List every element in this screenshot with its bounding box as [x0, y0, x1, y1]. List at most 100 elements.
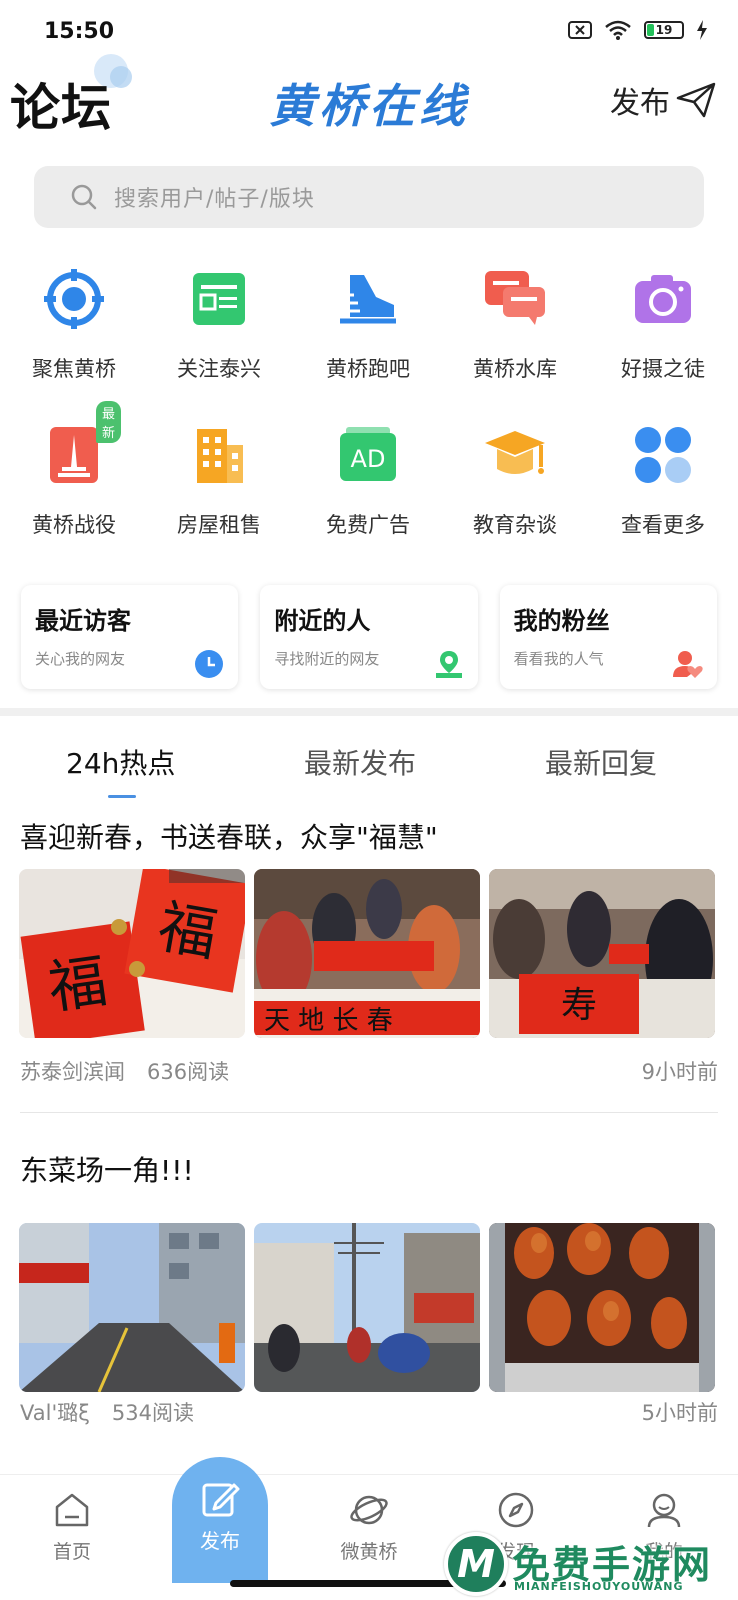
post-image[interactable] [489, 1223, 715, 1392]
monument-icon: 最新 [42, 401, 122, 487]
category-label: 好摄之徒 [621, 357, 705, 381]
category-label: 关注泰兴 [177, 357, 261, 381]
graduation-cap-icon [483, 423, 547, 487]
battery-level: 19 [655, 23, 673, 37]
category-label: 房屋租售 [177, 513, 261, 537]
category-label: 免费广告 [326, 513, 410, 537]
wifi-icon [605, 20, 631, 40]
category-label: 黄桥水库 [473, 357, 557, 381]
svg-text:AD: AD [351, 445, 386, 473]
category-item-run[interactable]: 黄桥跑吧 [294, 267, 442, 383]
category-item-taixing[interactable]: 关注泰兴 [145, 267, 293, 383]
nav-home[interactable]: 首页 [12, 1491, 132, 1564]
svg-text:天 地 长 春: 天 地 长 春 [264, 1006, 393, 1036]
category-label: 教育杂谈 [473, 513, 557, 537]
watermark-logo: M [444, 1532, 508, 1596]
search-bar[interactable]: 搜索用户/帖子/版块 [34, 166, 704, 228]
post-image[interactable] [19, 1223, 245, 1392]
card-recent-visitors[interactable]: 最近访客 关心我的网友 [21, 585, 239, 689]
active-tab-indicator [108, 795, 136, 798]
post-time: 9小时前 [641, 1060, 718, 1084]
location-icon [435, 651, 462, 678]
section-divider [0, 708, 738, 716]
app-header: 论坛 黄桥在线 发布 [0, 54, 738, 140]
category-item-education[interactable]: 教育杂谈 [441, 423, 589, 539]
shoe-icon [336, 267, 400, 331]
edit-icon [202, 1483, 240, 1517]
more-grid-icon [631, 423, 695, 487]
planet-icon [350, 1495, 388, 1525]
sim-off-icon [568, 21, 592, 39]
publish-header-label: 发布 [610, 86, 670, 121]
compass-icon [498, 1492, 534, 1528]
search-icon [71, 184, 97, 210]
card-title: 我的粉丝 [513, 607, 610, 635]
news-icon [187, 267, 251, 331]
post-separator [20, 1112, 718, 1113]
category-item-ads[interactable]: AD 免费广告 [294, 423, 442, 539]
camera-icon [631, 267, 695, 331]
nav-publish-button[interactable]: 发布 [172, 1457, 268, 1583]
category-item-battle[interactable]: 最新 黄桥战役 [0, 401, 148, 539]
nav-weihuangqiao[interactable]: 微黄桥 [309, 1491, 429, 1564]
post-reads: 636阅读 [147, 1060, 230, 1084]
ad-icon: AD [336, 423, 400, 487]
card-my-fans[interactable]: 我的粉丝 看看我的人气 [499, 585, 717, 689]
card-title: 最近访客 [35, 607, 131, 635]
paper-plane-icon [676, 82, 716, 118]
category-item-photo[interactable]: 好摄之徒 [589, 267, 737, 383]
post-reads: 534阅读 [111, 1401, 195, 1425]
card-title: 附近的人 [274, 607, 371, 635]
category-item-reservoir[interactable]: 黄桥水库 [441, 267, 589, 383]
post-time: 5小时前 [641, 1401, 718, 1425]
svg-text:福: 福 [153, 892, 222, 969]
clock-icon [195, 650, 224, 678]
category-label: 查看更多 [621, 513, 705, 537]
category-label: 黄桥战役 [32, 513, 116, 537]
post-meta: 苏泰剑滨闻 636阅读 9小时前 [20, 1056, 718, 1086]
nav-publish-label: 发布 [200, 1529, 240, 1553]
feed-tabs: 24h热点 最新发布 最新回复 [0, 716, 738, 800]
post-images: 福福 天 地 长 春 寿 [19, 869, 715, 1038]
battery-icon: 19 [644, 21, 684, 39]
category-label: 黄桥跑吧 [326, 357, 410, 381]
card-nearby-people[interactable]: 附近的人 寻找附近的网友 [260, 585, 478, 689]
tab-24h-hot[interactable]: 24h热点 [66, 742, 175, 782]
post-image[interactable] [254, 1223, 480, 1392]
post-meta: Val'璐ξ 534阅读 5小时前 [20, 1397, 718, 1427]
watermark: M 免费手游网 MIANFEISHOUYOUWANG [444, 1532, 734, 1600]
fans-icon [672, 651, 703, 678]
status-icons: 19 [568, 20, 708, 40]
post-image[interactable]: 寿 [489, 869, 715, 1038]
publish-header-button[interactable]: 发布 [610, 78, 716, 122]
svg-text:福: 福 [44, 947, 111, 1022]
category-item-focus[interactable]: 聚焦黄桥 [0, 267, 148, 383]
chat-icon [483, 267, 547, 331]
category-item-more[interactable]: 查看更多 [589, 423, 737, 539]
new-badge: 最新 [96, 401, 122, 443]
post-images [19, 1223, 715, 1392]
home-icon [55, 1493, 89, 1527]
target-icon [42, 267, 106, 331]
watermark-subtext: MIANFEISHOUYOUWANG [514, 1580, 684, 1593]
category-item-housing[interactable]: 房屋租售 [145, 423, 293, 539]
nav-home-label: 首页 [52, 1541, 91, 1563]
category-label: 聚焦黄桥 [32, 357, 116, 381]
user-icon [647, 1493, 681, 1528]
tab-latest-posts[interactable]: 最新发布 [304, 742, 416, 782]
post-image[interactable]: 福福 [19, 869, 245, 1038]
status-time: 15:50 [44, 19, 115, 44]
charging-icon [697, 20, 707, 40]
status-bar: 15:50 19 [0, 0, 738, 60]
post-author[interactable]: Val'璐ξ [20, 1397, 90, 1427]
quick-cards: 最近访客 关心我的网友 附近的人 寻找附近的网友 我的粉丝 看看我的人气 [21, 585, 717, 689]
post-image[interactable]: 天 地 长 春 [254, 869, 480, 1038]
tab-latest-replies[interactable]: 最新回复 [545, 742, 657, 782]
post-title[interactable]: 东菜场一角!!! [20, 1149, 194, 1189]
nav-weihuangqiao-label: 微黄桥 [340, 1541, 398, 1563]
post-title[interactable]: 喜迎新春，书送春联，众享"福慧" [20, 816, 438, 856]
post-author[interactable]: 苏泰剑滨闻 [20, 1056, 125, 1086]
svg-text:寿: 寿 [561, 985, 597, 1026]
search-placeholder: 搜索用户/帖子/版块 [114, 187, 315, 212]
building-icon [187, 423, 251, 487]
